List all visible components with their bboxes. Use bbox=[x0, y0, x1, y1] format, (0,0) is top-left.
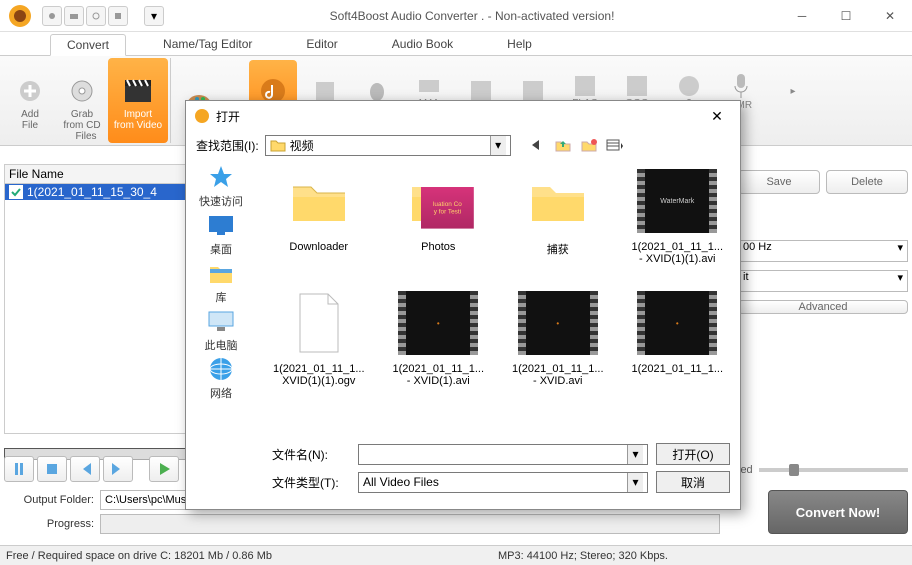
library-icon bbox=[205, 259, 237, 287]
status-bar: Free / Required space on drive C: 18201 … bbox=[0, 545, 912, 565]
lookin-label: 查找范围(I): bbox=[196, 137, 259, 154]
place-desktop[interactable]: 桌面 bbox=[205, 211, 237, 257]
folder-icon bbox=[270, 138, 286, 152]
chevron-down-icon[interactable]: ▾ bbox=[627, 473, 643, 492]
lookin-value: 视频 bbox=[290, 137, 314, 154]
quick-dropdown[interactable]: ▾ bbox=[144, 6, 164, 26]
back-button[interactable] bbox=[527, 135, 547, 155]
tab-audio-book[interactable]: Audio Book bbox=[375, 33, 470, 55]
pause-button[interactable] bbox=[4, 456, 34, 482]
convert-now-button[interactable]: Convert Now! bbox=[768, 490, 908, 534]
folder-icon bbox=[528, 177, 588, 225]
lookin-combo[interactable]: 视频 ▾ bbox=[265, 135, 511, 156]
star-icon bbox=[205, 163, 237, 191]
chevron-down-icon[interactable]: ▾ bbox=[490, 136, 506, 155]
menu-tabs: Convert Name/Tag Editor Editor Audio Boo… bbox=[0, 32, 912, 56]
dialog-close-button[interactable]: ✕ bbox=[702, 104, 732, 128]
dialog-titlebar[interactable]: 打开 ✕ bbox=[186, 101, 740, 131]
plus-icon bbox=[14, 75, 46, 107]
right-panel: Save Delete 00 Hz▾ it▾ Advanced bbox=[738, 170, 908, 314]
filetype-label: 文件类型(T): bbox=[272, 474, 350, 491]
up-folder-button[interactable] bbox=[553, 135, 573, 155]
cancel-button[interactable]: 取消 bbox=[656, 471, 730, 493]
play-button[interactable] bbox=[149, 456, 179, 482]
quick-btn-4[interactable] bbox=[108, 6, 128, 26]
minimize-button[interactable]: ─ bbox=[780, 0, 824, 32]
view-menu-button[interactable] bbox=[605, 135, 625, 155]
folder-icon bbox=[289, 177, 349, 225]
check-icon bbox=[9, 185, 23, 199]
item-video-3[interactable]: • 1(2021_01_11_1... - XVID.avi bbox=[499, 287, 617, 407]
output-folder-label: Output Folder: bbox=[4, 494, 94, 506]
file-row-name: 1(2021_01_11_15_30_4 bbox=[27, 185, 157, 199]
desktop-icon bbox=[205, 211, 237, 239]
item-folder-downloader[interactable]: Downloader bbox=[260, 165, 378, 285]
open-button[interactable]: 打开(O) bbox=[656, 443, 730, 465]
filetype-combo[interactable]: All Video Files▾ bbox=[358, 472, 648, 493]
led-slider[interactable]: led bbox=[738, 460, 908, 480]
filename-combo[interactable]: ▾ bbox=[358, 444, 648, 465]
item-folder-photos[interactable]: luation Coy for Testi Photos bbox=[380, 165, 498, 285]
status-disk: Free / Required space on drive C: 18201 … bbox=[6, 550, 438, 562]
maximize-button[interactable]: ☐ bbox=[824, 0, 868, 32]
file-grid[interactable]: Downloader luation Coy for Testi Photos … bbox=[256, 159, 740, 437]
tab-editor[interactable]: Editor bbox=[289, 33, 354, 55]
format-more-button[interactable]: ▸ bbox=[769, 60, 817, 122]
quick-btn-1[interactable] bbox=[42, 6, 62, 26]
app-icon bbox=[4, 0, 36, 32]
mic-icon bbox=[732, 72, 750, 100]
place-thispc[interactable]: 此电脑 bbox=[205, 307, 238, 353]
places-bar: 快速访问 桌面 库 此电脑 网络 bbox=[186, 159, 256, 437]
item-folder-capture[interactable]: 捕获 bbox=[499, 165, 617, 285]
open-dialog: 打开 ✕ 查找范围(I): 视频 ▾ 快速访问 桌面 bbox=[185, 100, 741, 510]
save-button[interactable]: Save bbox=[738, 170, 820, 194]
dialog-lookin-row: 查找范围(I): 视频 ▾ bbox=[186, 131, 740, 159]
file-icon bbox=[294, 292, 344, 354]
item-video-4[interactable]: • 1(2021_01_11_1... bbox=[619, 287, 737, 407]
close-button[interactable]: ✕ bbox=[868, 0, 912, 32]
item-video-2[interactable]: • 1(2021_01_11_1... - XVID(1).avi bbox=[380, 287, 498, 407]
computer-icon bbox=[205, 307, 237, 335]
group-files-label: Files bbox=[2, 131, 170, 142]
progress-field bbox=[100, 514, 720, 534]
stop-button[interactable] bbox=[37, 456, 67, 482]
filename-label: 文件名(N): bbox=[272, 446, 350, 463]
title-bar: ▾ Soft4Boost Audio Converter . - Non-act… bbox=[0, 0, 912, 32]
tab-convert[interactable]: Convert bbox=[50, 34, 126, 56]
network-icon bbox=[205, 355, 237, 383]
tab-help[interactable]: Help bbox=[490, 33, 549, 55]
place-network[interactable]: 网络 bbox=[205, 355, 237, 401]
clapper-icon bbox=[122, 75, 154, 107]
bitdepth-select[interactable]: it▾ bbox=[738, 270, 908, 292]
place-quickaccess[interactable]: 快速访问 bbox=[199, 163, 243, 209]
dialog-body: 快速访问 桌面 库 此电脑 网络 Downloader bbox=[186, 159, 740, 437]
place-libraries[interactable]: 库 bbox=[205, 259, 237, 305]
progress-label: Progress: bbox=[4, 518, 94, 530]
prev-button[interactable] bbox=[70, 456, 100, 482]
status-format: MP3: 44100 Hz; Stereo; 320 Kbps. bbox=[498, 550, 906, 562]
dialog-icon bbox=[194, 108, 210, 124]
chevron-down-icon[interactable]: ▾ bbox=[627, 445, 643, 464]
advanced-button[interactable]: Advanced bbox=[738, 300, 908, 314]
dialog-bottom: 文件名(N): ▾ 打开(O) 文件类型(T): All Video Files… bbox=[186, 437, 740, 509]
window-title: Soft4Boost Audio Converter . - Non-activ… bbox=[164, 9, 780, 23]
quick-btn-2[interactable] bbox=[64, 6, 84, 26]
dialog-title: 打开 bbox=[216, 108, 702, 125]
delete-button[interactable]: Delete bbox=[826, 170, 908, 194]
item-file-blank[interactable]: 1(2021_01_11_1... XVID(1)(1).ogv bbox=[260, 287, 378, 407]
next-button[interactable] bbox=[103, 456, 133, 482]
item-video-1[interactable]: WaterMark 1(2021_01_11_1... - XVID(1)(1)… bbox=[619, 165, 737, 285]
new-folder-button[interactable] bbox=[579, 135, 599, 155]
quick-btn-3[interactable] bbox=[86, 6, 106, 26]
samplerate-select[interactable]: 00 Hz▾ bbox=[738, 240, 908, 262]
tab-name-tag-editor[interactable]: Name/Tag Editor bbox=[146, 33, 269, 55]
cd-icon bbox=[66, 75, 98, 107]
